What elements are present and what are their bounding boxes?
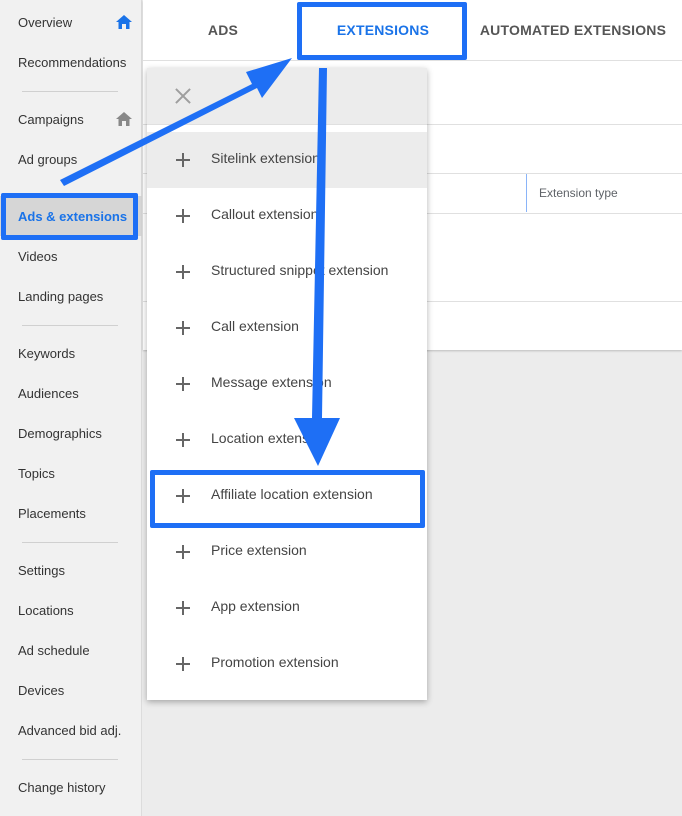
arrow-to-extensions-tab <box>60 58 292 186</box>
arrow-to-affiliate-location <box>294 68 340 466</box>
annotation-arrows <box>60 58 340 466</box>
